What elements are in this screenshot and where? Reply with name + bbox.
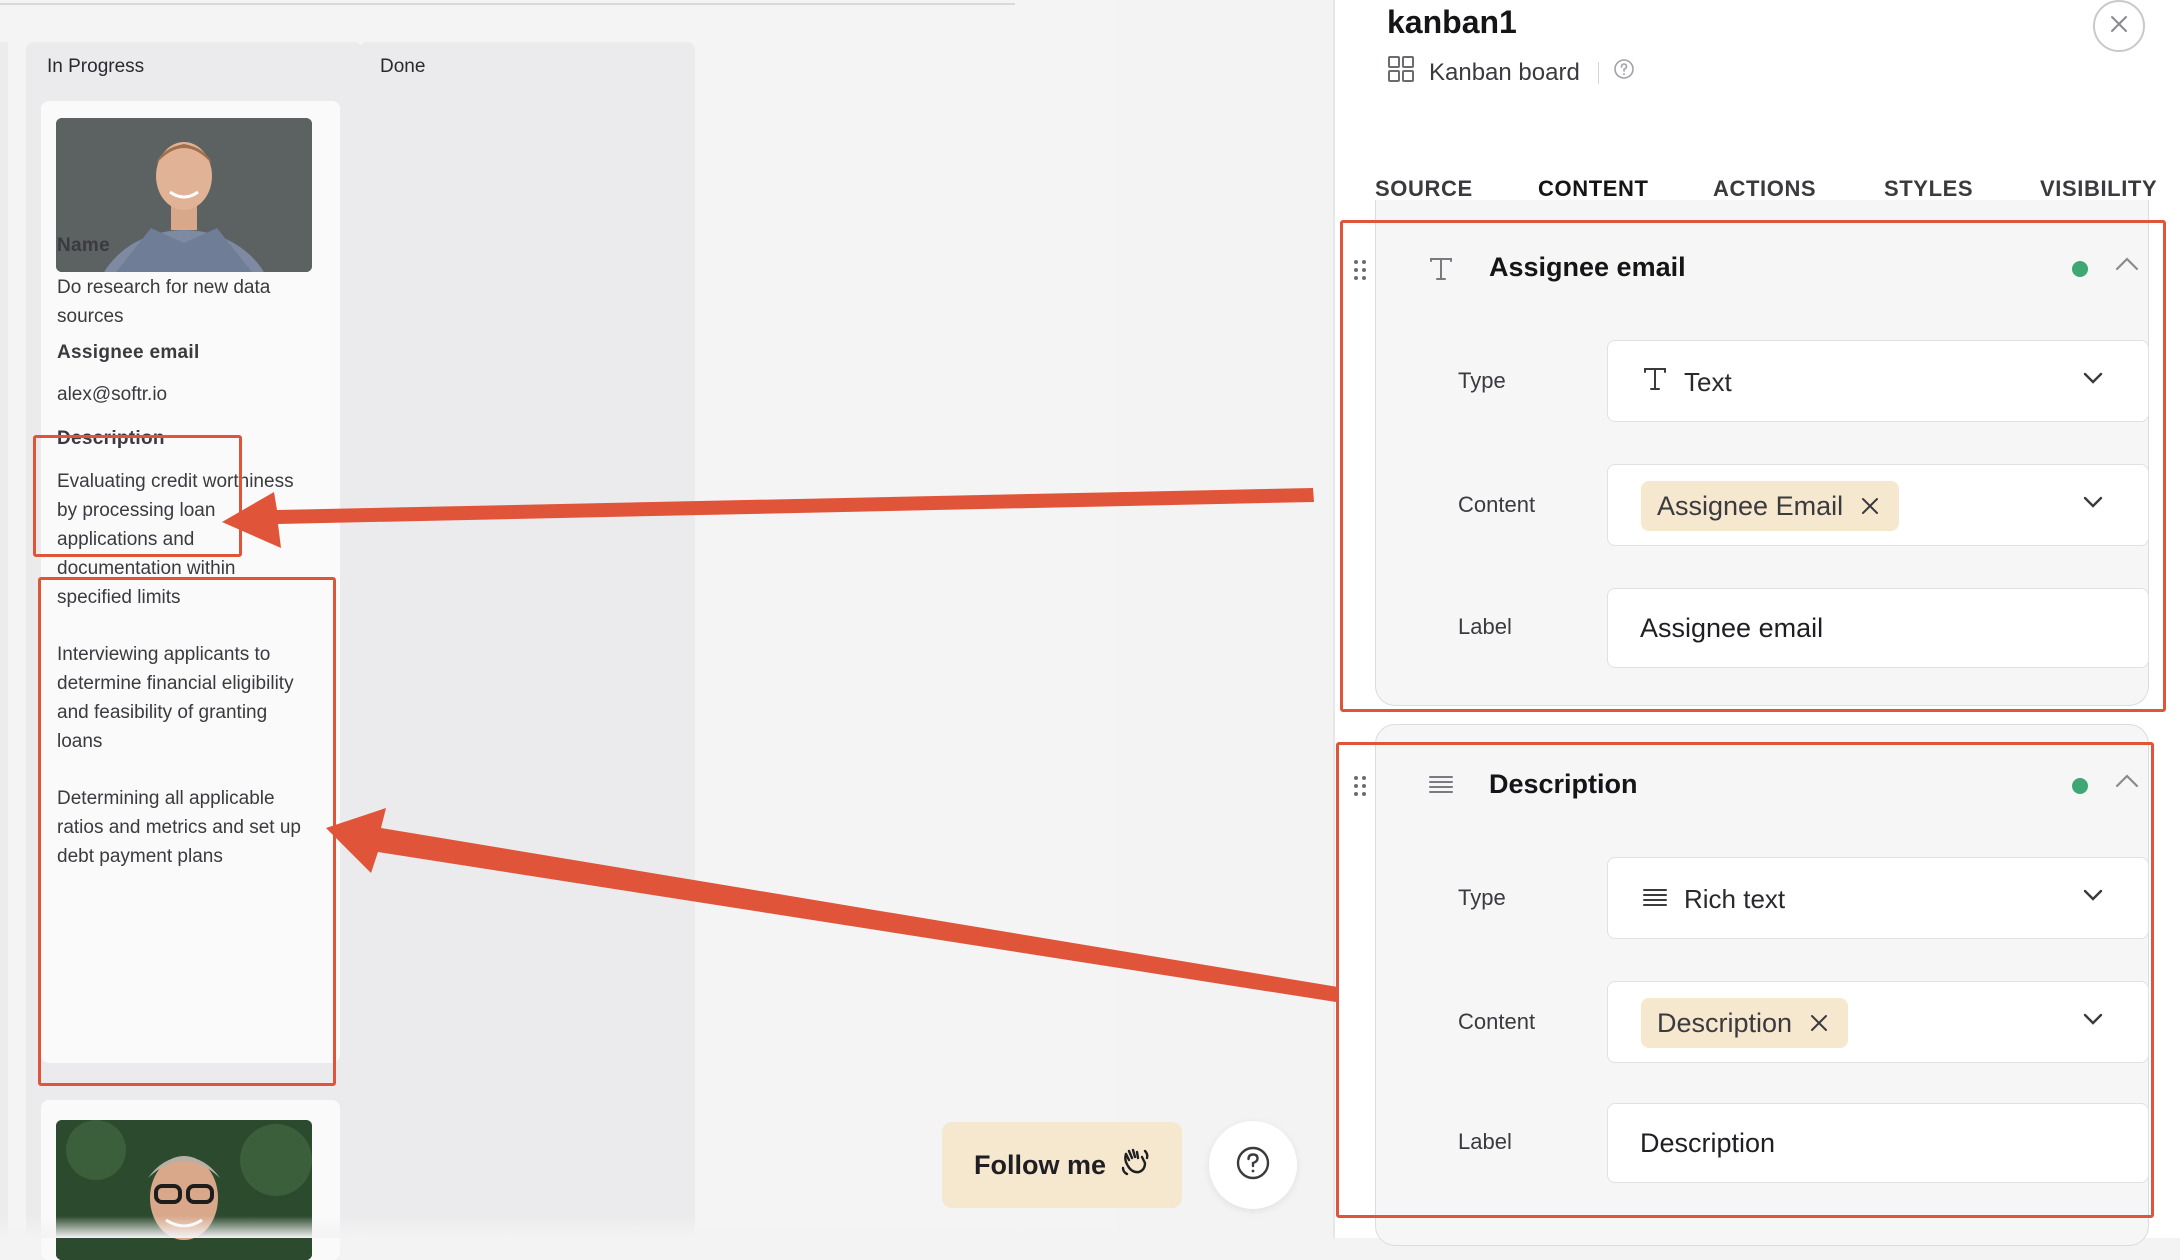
previous-column-edge bbox=[0, 42, 8, 1238]
top-divider bbox=[0, 0, 1015, 5]
assignee-field-highlight-box bbox=[1340, 220, 2166, 712]
help-button[interactable] bbox=[1209, 1121, 1297, 1209]
column-title: Done bbox=[380, 56, 426, 77]
tab-content[interactable]: CONTENT bbox=[1538, 176, 1649, 202]
close-icon bbox=[2108, 13, 2130, 40]
email-field-label: Assignee email bbox=[57, 342, 200, 363]
bottom-fade bbox=[0, 1216, 1340, 1238]
divider bbox=[1597, 61, 1599, 84]
email-highlight-box bbox=[33, 435, 242, 557]
column-done: Done bbox=[359, 42, 695, 1238]
tab-visibility[interactable]: VISIBILITY bbox=[2040, 176, 2157, 202]
follow-me-button[interactable]: Follow me bbox=[942, 1122, 1182, 1208]
name-field-value: Do research for new data sources bbox=[57, 277, 271, 327]
description-field-highlight-box bbox=[1336, 742, 2154, 1218]
info-icon[interactable] bbox=[1613, 58, 1635, 87]
tab-actions[interactable]: ACTIONS bbox=[1713, 176, 1816, 202]
block-type: Kanban board bbox=[1387, 55, 1635, 90]
description-highlight-box bbox=[38, 577, 336, 1086]
tab-source[interactable]: SOURCE bbox=[1375, 176, 1473, 202]
follow-me-label: Follow me bbox=[973, 1149, 1106, 1180]
tab-styles[interactable]: STYLES bbox=[1884, 176, 1973, 202]
kanban-grid-icon bbox=[1387, 55, 1415, 90]
name-field-label: Name bbox=[57, 235, 110, 256]
column-title: In Progress bbox=[47, 56, 145, 77]
kanban-board-canvas: In Progress Name Do research for new dat… bbox=[0, 0, 1118, 1260]
waving-hand-icon bbox=[1120, 1146, 1150, 1185]
question-circle-icon bbox=[1235, 1145, 1271, 1186]
email-field-value: alex@softr.io bbox=[57, 384, 168, 405]
card-image bbox=[56, 1120, 312, 1260]
close-button[interactable] bbox=[2093, 0, 2145, 52]
block-title: kanban1 bbox=[1387, 4, 1517, 40]
block-type-label: Kanban board bbox=[1429, 58, 1580, 86]
